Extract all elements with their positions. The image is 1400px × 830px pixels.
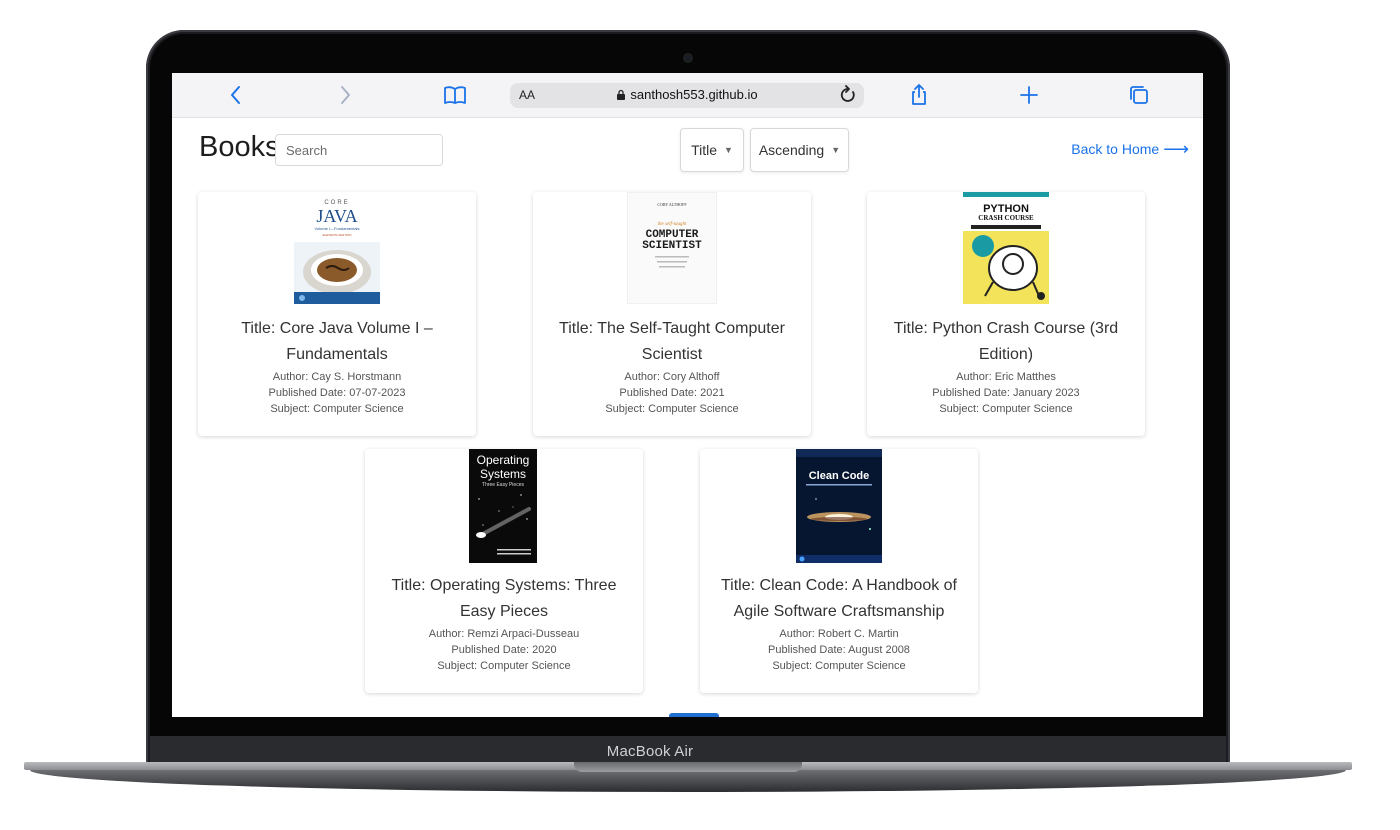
book-card[interactable]: Operating Systems Three Easy Pieces Titl… [365,449,643,693]
book-card[interactable]: Clean Code Title: Clean Code: A Handbook… [700,449,978,693]
laptop-notch [574,762,802,772]
book-meta: Author: Remzi Arpaci-Dusseau Published D… [375,626,633,674]
book-subject: Subject: Computer Science [772,660,906,672]
book-author: Author: Robert C. Martin [779,628,899,640]
book-date: Published Date: 07-07-2023 [268,387,406,399]
book-date: Published Date: 2020 [451,644,557,656]
reload-icon[interactable] [838,84,858,111]
book-title: Title: Clean Code: A Handbook of Agile S… [721,577,957,620]
svg-text:the self-taught: the self-taught [658,222,687,227]
url-label: santhosh553.github.io [630,87,758,102]
url-text: santhosh553.github.io [510,87,864,102]
book-card[interactable]: THIRD EDITION PYTHON CRASH COURSE Title:… [867,192,1145,436]
svg-text:ELEVENTH EDITION: ELEVENTH EDITION [323,233,352,237]
sort-field-value: Title [691,142,717,158]
scroll-indicator [669,713,719,717]
tabs-icon[interactable] [1126,82,1152,108]
sort-field-select[interactable]: Title ▼ [680,128,744,172]
book-card[interactable]: CORE JAVA Volume I—Fundamentals ELEVENTH… [198,192,476,436]
book-open-icon[interactable] [442,82,468,108]
back-to-home-link[interactable]: Back to Home ⟶ [1071,139,1189,159]
browser-screen: AA santhosh553.github.io Books Title ▼ As… [172,73,1203,717]
caret-down-icon: ▼ [724,145,733,155]
svg-text:Systems: Systems [480,467,526,481]
book-author: Author: Cay S. Horstmann [272,371,402,383]
book-title: Title: Core Java Volume I – Fundamentals [241,320,433,363]
book-subject: Subject: Computer Science [270,403,404,415]
svg-text:Clean Code: Clean Code [809,470,870,482]
book-date: Published Date: 2021 [619,387,725,399]
svg-text:Operating: Operating [477,453,530,467]
search-input[interactable] [275,134,443,166]
book-title: Title: The Self-Taught Computer Scientis… [559,320,785,363]
book-author: Author: Eric Matthes [956,371,1056,383]
book-meta: Author: Cory Althoff Published Date: 202… [543,369,801,417]
lock-icon [617,89,626,100]
book-meta: Author: Cay S. Horstmann Published Date:… [208,369,466,417]
sort-order-select[interactable]: Ascending ▼ [750,128,849,172]
chevron-left-icon[interactable] [223,82,249,108]
address-bar[interactable]: AA santhosh553.github.io [510,83,864,108]
svg-text:THIRD EDITION: THIRD EDITION [993,198,1019,202]
book-subject: Subject: Computer Science [605,403,739,415]
book-cover-self-taught: CORY ALTHOFF the self-taught COMPUTER SC… [627,192,717,304]
book-meta: Author: Robert C. Martin Published Date:… [710,626,968,674]
book-title: Title: Python Crash Course (3rd Edition) [893,320,1119,363]
book-cover-python-crash-course: THIRD EDITION PYTHON CRASH COURSE [963,192,1049,304]
svg-text:CRASH COURSE: CRASH COURSE [978,214,1034,222]
svg-text:JAVA: JAVA [316,206,357,226]
plus-icon[interactable] [1016,82,1042,108]
caret-down-icon: ▼ [831,145,841,155]
book-author: Author: Cory Althoff [624,371,720,383]
laptop-base [24,762,1352,792]
book-meta: Author: Eric Matthes Published Date: Jan… [877,369,1135,417]
book-title: Title: Operating Systems: Three Easy Pie… [391,577,617,620]
back-link-label: Back to Home [1071,141,1160,157]
browser-toolbar: AA santhosh553.github.io [172,73,1203,118]
laptop-chin: MacBook Air [150,736,1226,764]
svg-text:SCIENTIST: SCIENTIST [642,240,702,252]
page-title: Books [199,131,280,163]
arrow-right-icon: ⟶ [1163,139,1189,159]
book-cover-operating-systems: Operating Systems Three Easy Pieces [469,449,537,563]
book-date: Published Date: August 2008 [768,644,910,656]
book-cover-clean-code: Clean Code [796,449,882,563]
sort-order-value: Ascending [758,142,825,158]
device-label: MacBook Air [606,742,694,760]
book-cover-core-java: CORE JAVA Volume I—Fundamentals ELEVENTH… [294,192,380,304]
share-icon[interactable] [906,82,932,108]
book-subject: Subject: Computer Science [437,660,571,672]
camera-icon [684,54,692,62]
book-card[interactable]: CORY ALTHOFF the self-taught COMPUTER SC… [533,192,811,436]
svg-text:CORY ALTHOFF: CORY ALTHOFF [657,202,687,207]
book-author: Author: Remzi Arpaci-Dusseau [428,628,580,640]
book-subject: Subject: Computer Science [939,403,1073,415]
svg-text:Volume I—Fundamentals: Volume I—Fundamentals [315,226,360,231]
chevron-right-icon[interactable] [332,82,358,108]
svg-text:Three Easy Pieces: Three Easy Pieces [482,482,524,488]
book-date: Published Date: January 2023 [932,387,1080,399]
